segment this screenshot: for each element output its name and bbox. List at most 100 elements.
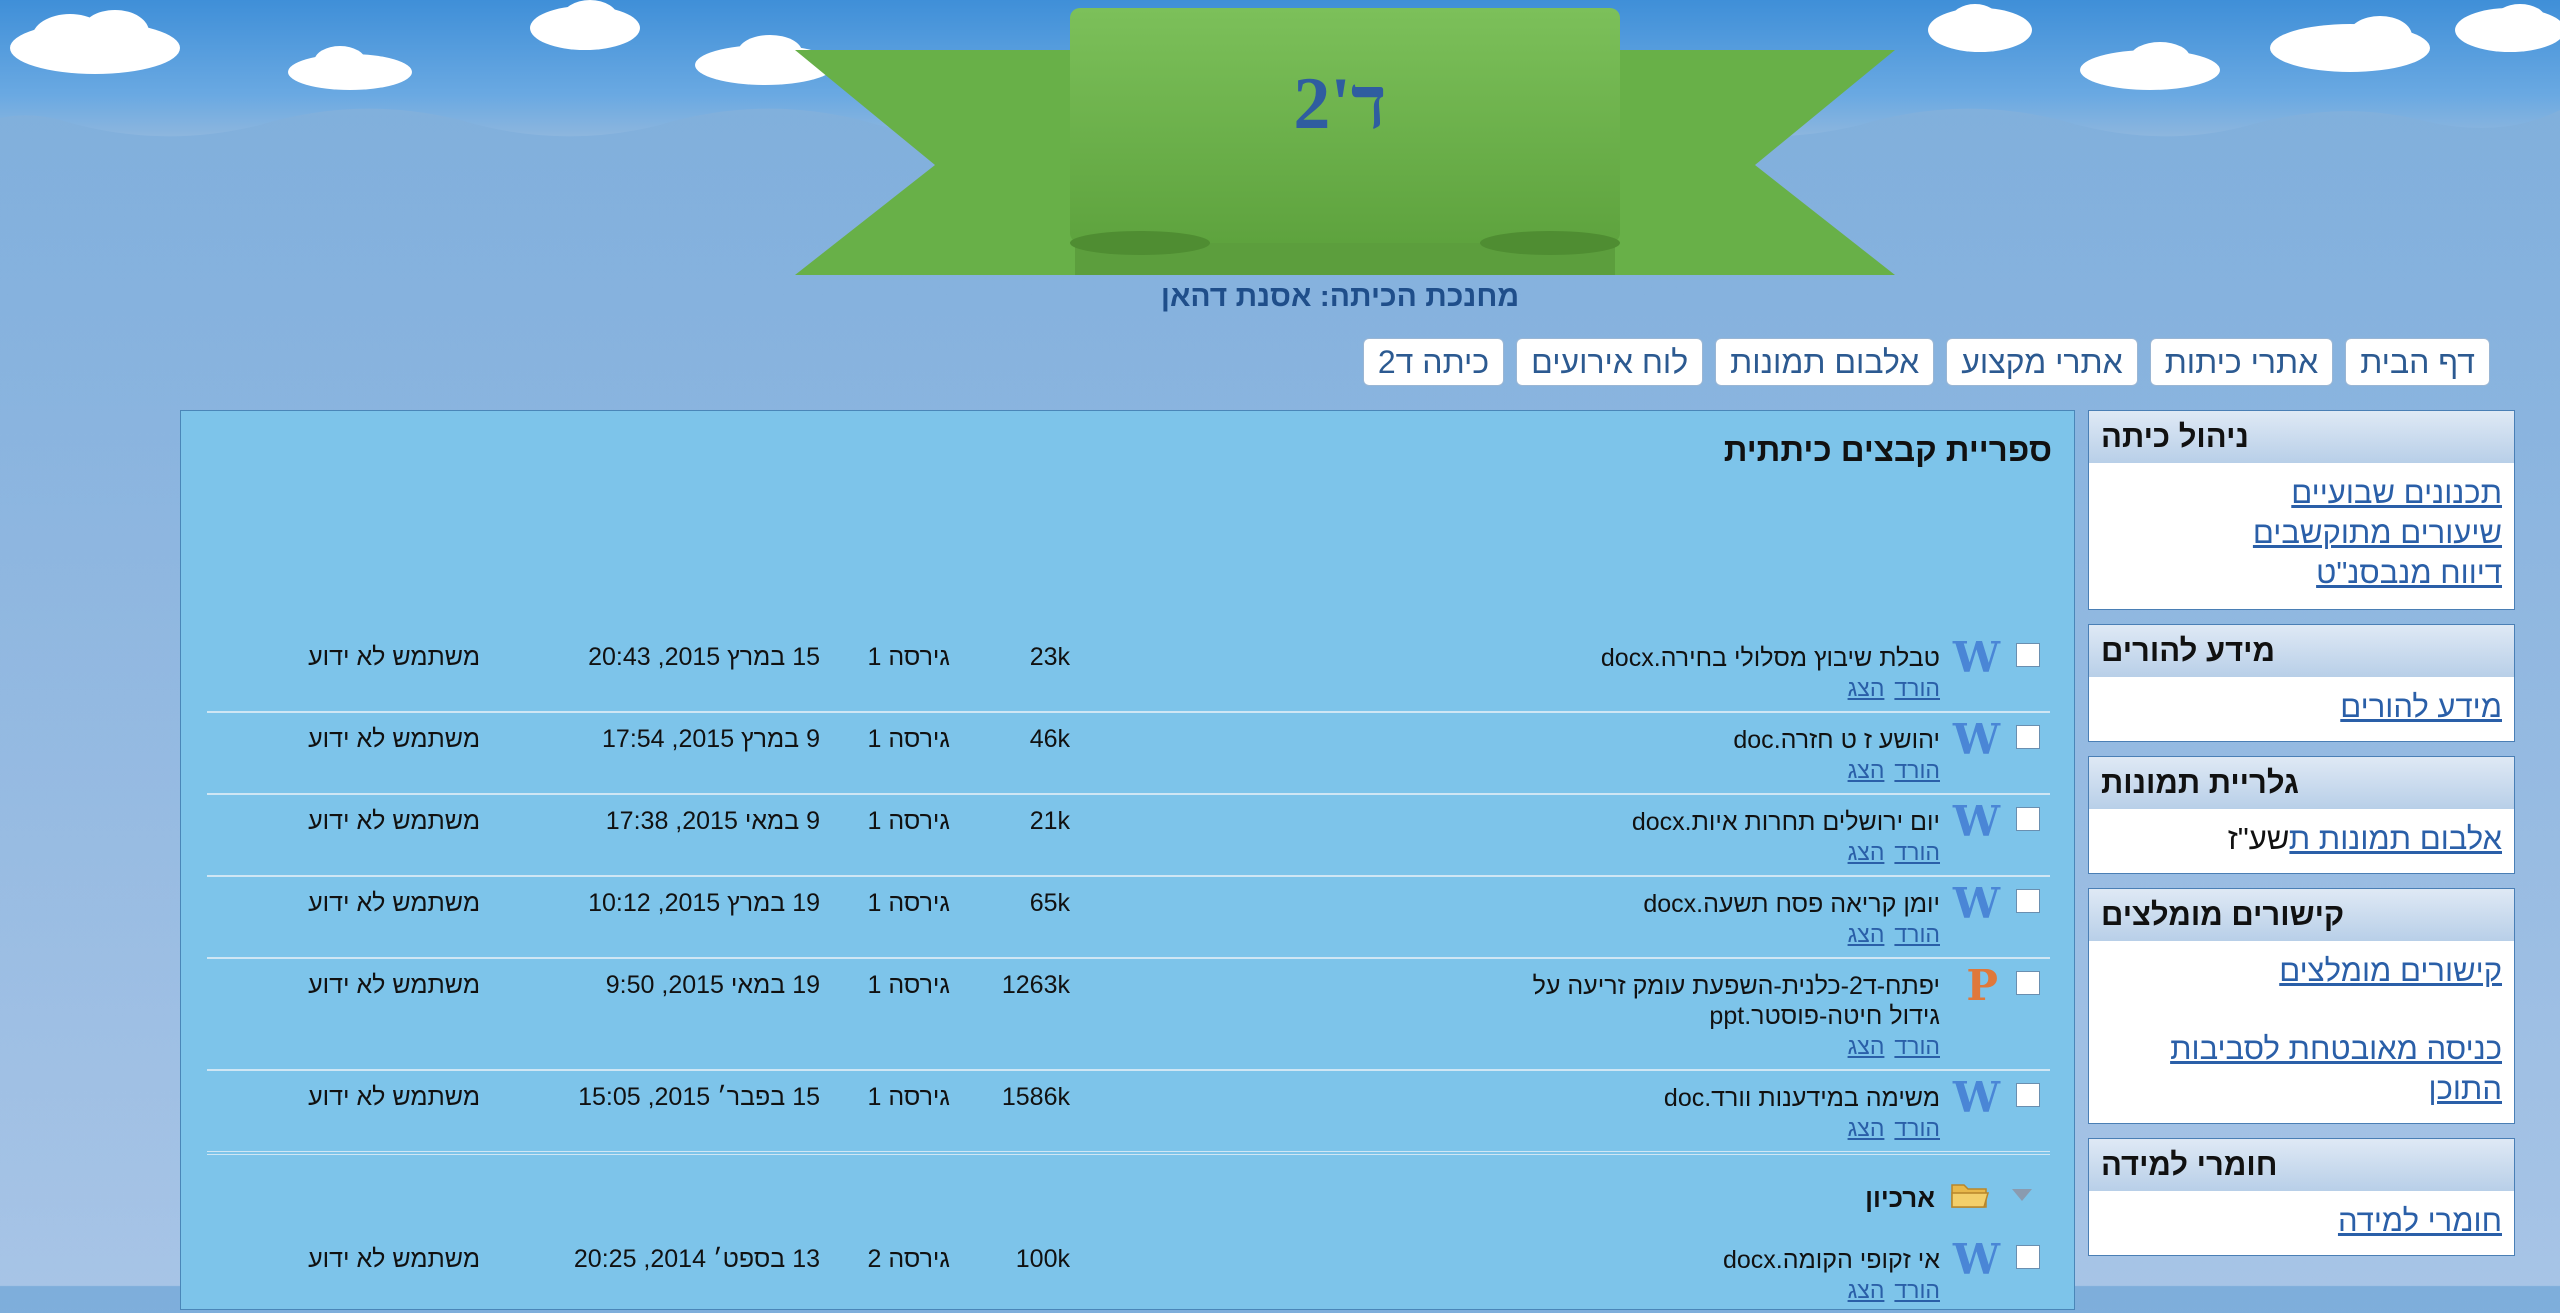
nav-photo-album-button[interactable]: אלבום תמונות xyxy=(1715,338,1935,386)
file-date: 19 במאי 2015, 9:50 xyxy=(605,971,820,999)
table-row: W אי זקופי הקומה.docx הורד הצג 100k גירסה… xyxy=(207,1233,2050,1313)
file-version: גירסה 1 xyxy=(867,725,950,753)
secure-login-link[interactable]: כניסה מאובטחת לסביבות התוכן xyxy=(2101,1029,2502,1109)
parents-panel: מידע להורים מידע להורים xyxy=(2088,624,2515,742)
file-date: 15 במרץ 2015, 20:43 xyxy=(588,643,820,671)
file-user: משתמש לא ידוע xyxy=(308,971,480,999)
row-checkbox[interactable] xyxy=(2016,643,2040,667)
file-actions: הורד הצג xyxy=(1838,757,1940,784)
archive-folder-label[interactable]: ארכיון xyxy=(1865,1183,1935,1214)
table-row: W יום ירושלים תחרות איות.docx הורד הצג 21… xyxy=(207,795,2050,877)
file-date: 13 בספט׳ 2014, 20:25 xyxy=(573,1245,820,1273)
view-link[interactable]: הצג xyxy=(1848,757,1885,783)
view-link[interactable]: הצג xyxy=(1848,675,1885,701)
folder-icon xyxy=(1951,1184,1989,1208)
site-title: ד'2 xyxy=(1293,63,1387,145)
word-file-icon: W xyxy=(1952,797,2000,846)
learning-materials-link[interactable]: חומרי למידה xyxy=(2101,1201,2502,1241)
teacher-line: מחנכת הכיתה: אסנת דהאן xyxy=(1160,280,1520,313)
view-link[interactable]: הצג xyxy=(1848,1033,1885,1059)
photo-album-link[interactable]: אלבום תמונות תשע"ז xyxy=(2101,819,2502,859)
row-checkbox[interactable] xyxy=(2016,971,2040,995)
file-size: 21k xyxy=(1029,807,1070,835)
parents-info-link[interactable]: מידע להורים xyxy=(2101,687,2502,727)
view-link[interactable]: הצג xyxy=(1848,1277,1885,1303)
class-admin-panel: ניהול כיתה תכנונים שבועיים שיעורים מתוקש… xyxy=(2088,410,2515,610)
file-user: משתמש לא ידוע xyxy=(308,1083,480,1111)
parents-title: מידע להורים xyxy=(2089,625,2514,677)
gallery-title: גלריית תמונות xyxy=(2089,757,2514,809)
download-link[interactable]: הורד xyxy=(1894,839,1940,865)
file-version: גירסה 1 xyxy=(867,1083,950,1111)
file-name-link[interactable]: יהושע ז ט חזרה.doc xyxy=(1440,725,1940,755)
powerpoint-file-icon: P xyxy=(1966,961,1998,1010)
row-checkbox[interactable] xyxy=(2016,807,2040,831)
file-name-link[interactable]: יפתח-ד2-כלנית-השפעת עומק זריעה על גידול … xyxy=(1500,971,1940,1031)
class-admin-title: ניהול כיתה xyxy=(2089,411,2514,463)
table-row: P יפתח-ד2-כלנית-השפעת עומק זריעה על גידו… xyxy=(207,959,2050,1071)
chevron-down-icon[interactable] xyxy=(2012,1189,2032,1201)
file-name-link[interactable]: יום ירושלים תחרות איות.docx xyxy=(1440,807,1940,837)
table-row: W טבלת שיבוץ מסלולי בחירה.docx הורד הצג 2… xyxy=(207,631,2050,713)
download-link[interactable]: הורד xyxy=(1894,1115,1940,1141)
recommended-links-link[interactable]: קישורים מומלצים xyxy=(2101,951,2502,991)
row-checkbox[interactable] xyxy=(2016,889,2040,913)
recommended-title: קישורים מומלצים xyxy=(2089,889,2514,941)
file-name-link[interactable]: אי זקופי הקומה.docx xyxy=(1440,1245,1940,1275)
view-link[interactable]: הצג xyxy=(1848,1115,1885,1141)
file-version: גירסה 1 xyxy=(867,807,950,835)
row-checkbox[interactable] xyxy=(2016,725,2040,749)
nav-events-board-button[interactable]: לוח אירועים xyxy=(1516,338,1704,386)
file-library: ספריית קבצים כיתתית W טבלת שיבוץ מסלולי … xyxy=(180,410,2075,1310)
file-name-link[interactable]: טבלת שיבוץ מסלולי בחירה.docx xyxy=(1440,643,1940,673)
file-size: 46k xyxy=(1029,725,1070,753)
file-size: 100k xyxy=(1015,1245,1070,1273)
download-link[interactable]: הורד xyxy=(1894,1033,1940,1059)
file-actions: הורד הצג xyxy=(1838,1277,1940,1304)
file-size: 1263k xyxy=(1001,971,1070,999)
view-link[interactable]: הצג xyxy=(1848,921,1885,947)
nav-subject-sites-button[interactable]: אתרי מקצוע xyxy=(1946,338,2138,386)
file-user: משתמש לא ידוע xyxy=(308,643,480,671)
download-link[interactable]: הורד xyxy=(1894,757,1940,783)
file-user: משתמש לא ידוע xyxy=(308,725,480,753)
file-user: משתמש לא ידוע xyxy=(308,1245,480,1273)
nav-class-sites-button[interactable]: אתרי כיתות xyxy=(2149,338,2334,386)
word-file-icon: W xyxy=(1952,715,2000,764)
file-name-link[interactable]: משימה במידענות וורד.doc xyxy=(1440,1083,1940,1113)
file-size: 23k xyxy=(1029,643,1070,671)
file-actions: הורד הצג xyxy=(1838,921,1940,948)
file-version: גירסה 1 xyxy=(867,889,950,917)
weekly-plans-link[interactable]: תכנונים שבועיים xyxy=(2101,473,2502,513)
folder-row[interactable]: ארכיון xyxy=(207,1163,2050,1233)
report-link[interactable]: דיווח מנבסנ"ט xyxy=(2101,553,2502,593)
photo-album-link-text: אלבום תמונות ת xyxy=(2289,821,2502,856)
file-version: גירסה 2 xyxy=(867,1245,950,1273)
word-file-icon: W xyxy=(1952,1073,2000,1122)
row-checkbox[interactable] xyxy=(2016,1245,2040,1269)
nav-home-button[interactable]: דף הבית xyxy=(2345,338,2490,386)
online-lessons-link[interactable]: שיעורים מתוקשבים xyxy=(2101,513,2502,553)
file-date: 19 במרץ 2015, 10:12 xyxy=(588,889,820,917)
view-link[interactable]: הצג xyxy=(1848,839,1885,865)
download-link[interactable]: הורד xyxy=(1894,675,1940,701)
file-version: גירסה 1 xyxy=(867,971,950,999)
library-title: ספריית קבצים כיתתית xyxy=(1723,431,2052,468)
file-name-link[interactable]: יומן קריאה פסח תשעה.docx xyxy=(1440,889,1940,919)
file-actions: הורד הצג xyxy=(1838,1033,1940,1060)
top-nav: דף הבית אתרי כיתות אתרי מקצוע אלבום תמונ… xyxy=(1362,338,2490,386)
file-actions: הורד הצג xyxy=(1838,839,1940,866)
file-actions: הורד הצג xyxy=(1838,675,1940,702)
file-date: 9 במאי 2015, 17:38 xyxy=(605,807,820,835)
download-link[interactable]: הורד xyxy=(1894,1277,1940,1303)
sidebar: ניהול כיתה תכנונים שבועיים שיעורים מתוקש… xyxy=(2088,410,2515,1270)
row-checkbox[interactable] xyxy=(2016,1083,2040,1107)
gallery-panel: גלריית תמונות אלבום תמונות תשע"ז xyxy=(2088,756,2515,874)
table-row: W יומן קריאה פסח תשעה.docx הורד הצג 65k ג… xyxy=(207,877,2050,959)
file-actions: הורד הצג xyxy=(1838,1115,1940,1142)
recommended-panel: קישורים מומלצים קישורים מומלצים כניסה מא… xyxy=(2088,888,2515,1124)
table-row: W יהושע ז ט חזרה.doc הורד הצג 46k גירסה 1… xyxy=(207,713,2050,795)
download-link[interactable]: הורד xyxy=(1894,921,1940,947)
nav-class-button[interactable]: כיתה ד2 xyxy=(1362,338,1505,386)
